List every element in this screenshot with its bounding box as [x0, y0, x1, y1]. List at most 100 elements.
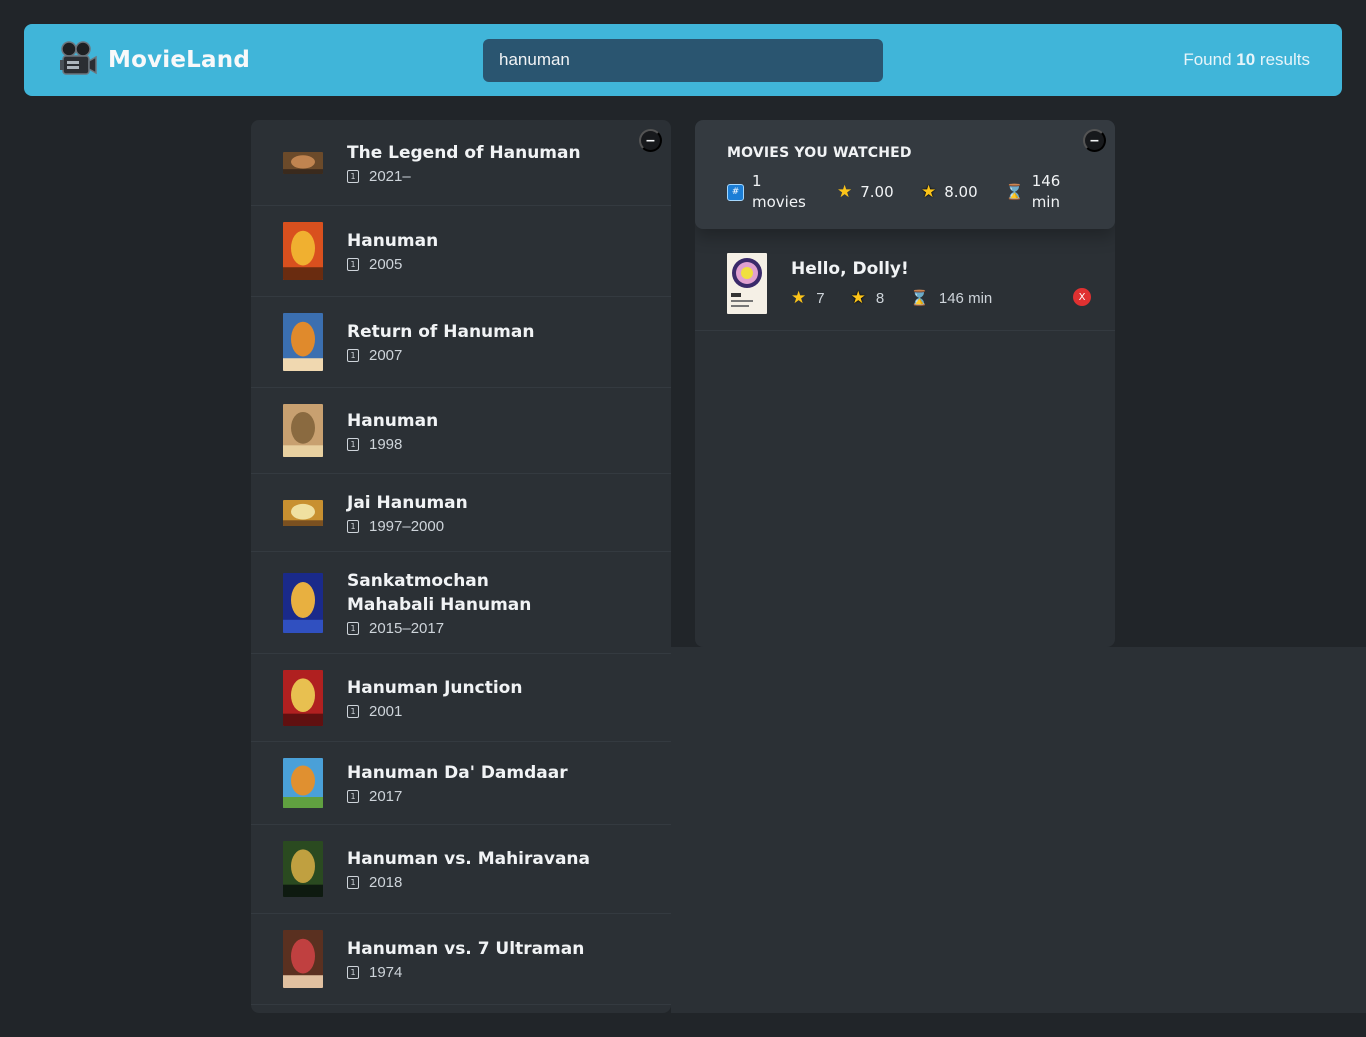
search-input[interactable]: [483, 38, 883, 82]
film-projector-icon: [60, 41, 97, 75]
watched-imdb: ★ 7: [791, 288, 825, 308]
watched-item[interactable]: Hello, Dolly! ★ 7 ★ 8 ⌛ 146 min X: [695, 229, 1115, 331]
calendar-icon: 1: [347, 876, 359, 889]
movie-details: The Legend of Hanuman 1 2021–: [347, 141, 581, 185]
movie-details: Hanuman Da' Damdaar 1 2017: [347, 761, 568, 805]
movie-details: Hanuman 1 1998: [347, 409, 438, 453]
poster-image: [283, 572, 323, 633]
movie-item[interactable]: Hanuman Da' Damdaar 1 2017: [251, 742, 671, 825]
summary-heading: Movies you watched: [727, 145, 912, 161]
calendar-icon: 1: [347, 621, 359, 635]
movie-item[interactable]: Jai Hanuman 1 1997–2000: [251, 474, 671, 552]
movie-year-row: 1 2007: [347, 347, 534, 364]
movie-year: 2018: [369, 874, 403, 891]
watched-summary: – Movies you watched # 1 movies ★ 7.00 ★ …: [695, 120, 1115, 229]
watched-box: – Movies you watched # 1 movies ★ 7.00 ★ …: [695, 120, 1115, 647]
watched-runtime-value: 146 min: [938, 289, 993, 307]
results-count: Found 10 results: [1183, 50, 1310, 70]
glowing-star-icon: ★: [850, 288, 866, 307]
poster-image: [283, 151, 323, 174]
glowing-star-icon: ★: [921, 182, 937, 202]
movie-item[interactable]: Hanuman 1 1998: [251, 388, 671, 474]
avg-user-rating: 8.00: [944, 183, 978, 201]
movie-title: Hanuman vs. 7 Ultraman: [347, 939, 585, 959]
results-prefix: Found: [1183, 50, 1237, 69]
movie-details: Hanuman 1 2005: [347, 229, 438, 273]
movies-count: 1: [752, 172, 762, 190]
calendar-icon: 1: [347, 169, 359, 183]
panel-backdrop: [671, 647, 1366, 1013]
movie-year: 1997–2000: [369, 517, 445, 535]
star-icon: ★: [791, 288, 807, 307]
watched-list: Hello, Dolly! ★ 7 ★ 8 ⌛ 146 min X: [695, 229, 1115, 331]
poster-image: [283, 930, 323, 988]
watched-details: Hello, Dolly! ★ 7 ★ 8 ⌛ 146 min: [791, 259, 992, 308]
movie-title: Sankatmochan Mahabali Hanuman: [347, 570, 532, 615]
movie-year-row: 1 2001: [347, 703, 522, 720]
movie-year: 2005: [369, 256, 403, 273]
movie-year-row: 1 2015–2017: [347, 620, 577, 637]
poster-image: [727, 253, 767, 314]
delete-watched-button[interactable]: X: [1073, 288, 1091, 306]
movie-title: Hanuman vs. Mahiravana: [347, 849, 590, 869]
stat-runtime: ⌛ 146 min: [1005, 171, 1060, 213]
star-icon: ★: [837, 182, 853, 202]
calendar-icon: 1: [347, 349, 359, 362]
app-title: MovieLand: [108, 47, 250, 73]
movie-year: 2015–2017: [369, 619, 445, 637]
movie-title: Hanuman: [347, 231, 439, 251]
poster-image: [283, 404, 323, 457]
movie-details: Hanuman vs. Mahiravana 1 2018: [347, 847, 590, 891]
hourglass-icon: ⌛: [910, 290, 929, 307]
summary-stats: # 1 movies ★ 7.00 ★ 8.00 ⌛ 146 min: [727, 171, 1083, 213]
calendar-icon: 1: [347, 966, 359, 979]
movie-item[interactable]: Sankatmochan Mahabali Hanuman 1 2015–2017: [251, 552, 671, 654]
movie-item[interactable]: Hanuman vs. 7 Ultraman 1 1974: [251, 914, 671, 1005]
movie-item[interactable]: Hanuman Junction 1 2001: [251, 654, 671, 742]
calendar-icon: 1: [347, 258, 359, 271]
movie-item[interactable]: Return of Hanuman 1 2007: [251, 297, 671, 388]
movie-year-row: 1 2018: [347, 874, 590, 891]
poster-image: [283, 758, 323, 808]
movie-item[interactable]: Hanuman 1 2005: [251, 206, 671, 297]
movie-year-row: 1 2021–: [347, 168, 581, 185]
results-number: 10: [1236, 50, 1256, 69]
calendar-icon: 1: [347, 519, 359, 533]
watched-title: Hello, Dolly!: [791, 259, 909, 279]
movie-year: 1974: [369, 964, 403, 981]
movie-year: 2007: [369, 347, 403, 364]
runtime-label: min: [1031, 193, 1060, 211]
movie-title: Hanuman: [347, 410, 439, 431]
calendar-icon: 1: [347, 437, 359, 451]
movie-details: Hanuman vs. 7 Ultraman 1 1974: [347, 937, 584, 981]
movie-title: The Legend of Hanuman: [347, 142, 581, 163]
poster-image: [283, 222, 323, 280]
poster-image: [283, 841, 323, 897]
stat-user: ★ 8.00: [921, 182, 1005, 202]
movie-item[interactable]: The Legend of Hanuman 1 2021–: [251, 120, 671, 206]
movie-details: Sankatmochan Mahabali Hanuman 1 2015–2017: [347, 569, 577, 637]
movie-year-row: 1 1997–2000: [347, 518, 468, 535]
logo: MovieLand: [58, 40, 483, 80]
stat-movies: # 1 movies: [727, 171, 837, 213]
movie-details: Jai Hanuman 1 1997–2000: [347, 491, 468, 535]
calendar-icon: 1: [347, 704, 359, 718]
toggle-watched-button[interactable]: –: [1083, 129, 1106, 152]
movie-details: Return of Hanuman 1 2007: [347, 320, 534, 364]
watched-user-value: 8: [875, 289, 885, 307]
movie-item[interactable]: Hanuman vs. Mahiravana 1 2018: [251, 825, 671, 914]
movie-title: Return of Hanuman: [347, 322, 535, 342]
watched-imdb-value: 7: [816, 289, 825, 307]
watched-runtime: ⌛ 146 min: [910, 289, 993, 308]
movie-year-row: 1 2005: [347, 256, 438, 273]
movie-year-row: 1 1998: [347, 436, 438, 453]
navbar: MovieLand Found 10 results: [24, 24, 1342, 96]
toggle-results-button[interactable]: –: [639, 129, 662, 152]
runtime-value: 146: [1031, 172, 1061, 190]
movie-details: Hanuman Junction 1 2001: [347, 676, 522, 720]
poster-image: [283, 313, 323, 371]
hourglass-icon: ⌛: [1005, 183, 1024, 201]
movie-year: 2017: [369, 788, 403, 805]
watched-user: ★ 8: [851, 288, 885, 308]
stat-runtime-text: 146 min: [1032, 171, 1061, 213]
